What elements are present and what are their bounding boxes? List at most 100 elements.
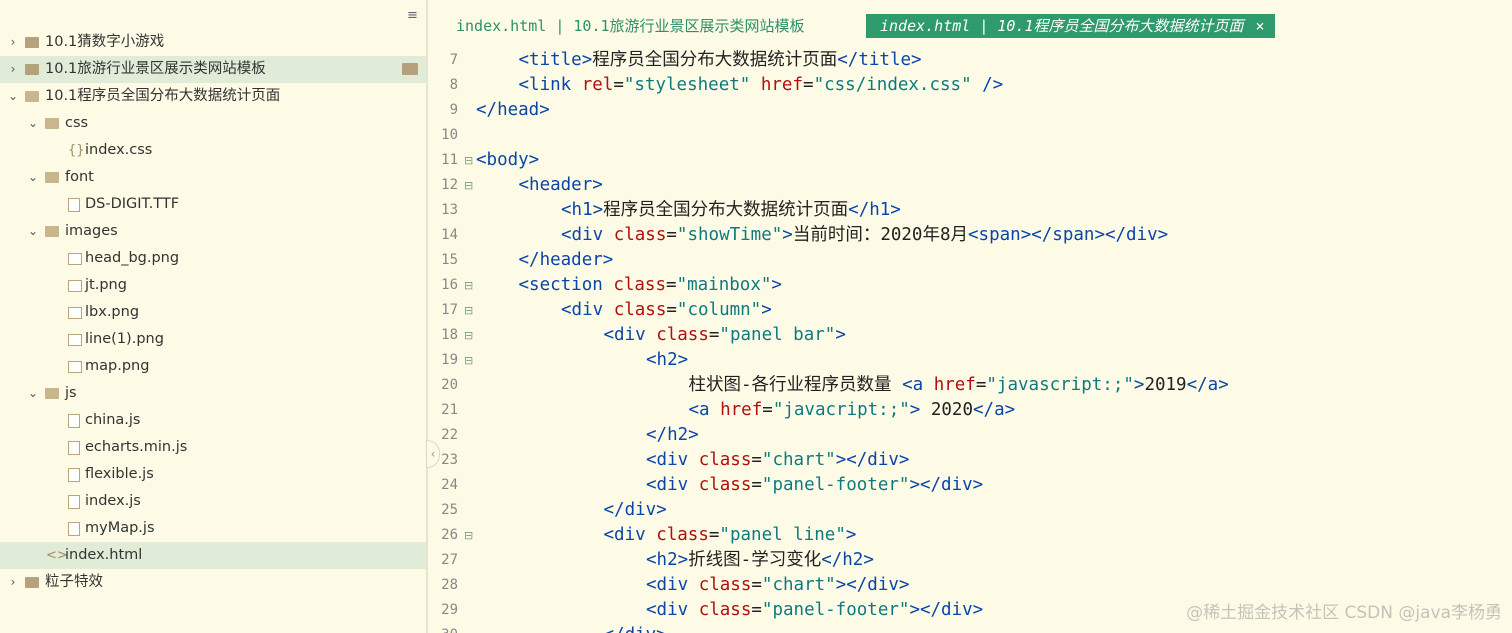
code-token: </a>	[1186, 375, 1229, 395]
code-line[interactable]: 8 <link rel="stylesheet" href="css/index.…	[428, 73, 1512, 98]
tree-item[interactable]: {} index.css	[0, 137, 426, 164]
tree-item[interactable]: DS-DIGIT.TTF	[0, 191, 426, 218]
code-line[interactable]: 20 柱状图-各行业程序员数量 <a href="javascript:;">20…	[428, 373, 1512, 398]
code-line[interactable]: 13 <h1>程序员全国分布大数据统计页面</h1>	[428, 198, 1512, 223]
code-line[interactable]: 22 </h2>	[428, 423, 1512, 448]
tree-item[interactable]: jt.png	[0, 272, 426, 299]
line-number: 24	[441, 477, 458, 493]
code-line[interactable]: 10	[428, 123, 1512, 148]
hamburger-menu-icon[interactable]: ≡	[407, 8, 418, 23]
code-token: href	[933, 375, 976, 395]
code-text: 柱状图-各行业程序员数量 <a href="javascript:;">2019…	[689, 373, 1229, 398]
code-token: <a	[902, 375, 934, 395]
close-tab-icon[interactable]: ×	[1256, 17, 1265, 35]
folder-icon	[45, 118, 59, 129]
code-text: <div class="panel-footer"></div>	[646, 598, 983, 623]
code-line[interactable]: 15 </header>	[428, 248, 1512, 273]
tree-item[interactable]: › 粒子特效	[0, 569, 426, 596]
chevron-right-icon[interactable]: ›	[6, 56, 20, 83]
code-text: <div class="column">	[561, 298, 772, 323]
tree-item[interactable]: china.js	[0, 407, 426, 434]
chevron-down-icon[interactable]: ⌄	[26, 380, 40, 407]
line-number: 15	[441, 252, 458, 268]
code-token: 2020	[920, 400, 974, 420]
code-line[interactable]: 24 <div class="panel-footer"></div>	[428, 473, 1512, 498]
code-line[interactable]: 12 ⊟ <header>	[428, 173, 1512, 198]
code-line[interactable]: 19 ⊟ <h2>	[428, 348, 1512, 373]
code-line[interactable]: 11 ⊟ <body>	[428, 148, 1512, 173]
code-token: "chart"	[761, 450, 836, 470]
tab-programmer-index-html[interactable]: index.html | 10.1程序员全国分布大数据统计页面 ×	[866, 14, 1275, 38]
code-line[interactable]: 25 </div>	[428, 498, 1512, 523]
code-line[interactable]: 7 <title>程序员全国分布大数据统计页面</title>	[428, 48, 1512, 73]
code-line[interactable]: 26 ⊟ <div class="panel line">	[428, 523, 1512, 548]
code-token: 程序员全国分布大数据统计页面	[592, 50, 838, 70]
tree-item[interactable]: ⌄ font	[0, 164, 426, 191]
chevron-right-icon[interactable]: ›	[6, 569, 20, 596]
code-line[interactable]: 14 <div class="showTime">当前时间：2020年8月<spa…	[428, 223, 1512, 248]
code-line[interactable]: 21 <a href="javacript:;"> 2020</a>	[428, 398, 1512, 423]
fold-toggle-icon[interactable]: ⊟	[464, 148, 473, 173]
tree-item-label: line(1).png	[85, 331, 164, 347]
code-token: "stylesheet"	[623, 75, 751, 95]
fold-toggle-icon[interactable]: ⊟	[464, 173, 473, 198]
code-line[interactable]: 28 <div class="chart"></div>	[428, 573, 1512, 598]
tree-item[interactable]: ⌄ css	[0, 110, 426, 137]
code-token: >	[1133, 375, 1145, 395]
tree-item[interactable]: line(1).png	[0, 326, 426, 353]
tree-item[interactable]: › 10.1猜数字小游戏	[0, 29, 426, 56]
tree-item[interactable]: myMap.js	[0, 515, 426, 542]
tree-item[interactable]: ⌄ images	[0, 218, 426, 245]
tree-item[interactable]: ⌄ js	[0, 380, 426, 407]
chevron-right-icon[interactable]: ›	[6, 29, 20, 56]
fold-toggle-icon[interactable]: ⊟	[464, 323, 473, 348]
tree-item[interactable]: map.png	[0, 353, 426, 380]
tree-item[interactable]: lbx.png	[0, 299, 426, 326]
code-text: <div class="panel bar">	[604, 323, 846, 348]
code-editor[interactable]: 7 <title>程序员全国分布大数据统计页面</title> 8 <link rel…	[428, 48, 1512, 633]
image-file-icon	[68, 361, 82, 373]
code-text: <h1>程序员全国分布大数据统计页面</h1>	[561, 198, 901, 223]
code-token: <title>	[518, 50, 593, 70]
code-line[interactable]: 27 <h2>折线图-学习变化</h2>	[428, 548, 1512, 573]
fold-toggle-icon[interactable]: ⊟	[464, 273, 473, 298]
chevron-down-icon[interactable]: ⌄	[26, 110, 40, 137]
fold-toggle-icon[interactable]: ⊟	[464, 348, 473, 373]
code-token: <h1>	[561, 200, 604, 220]
code-line[interactable]: 17 ⊟ <div class="column">	[428, 298, 1512, 323]
code-text: <div class="chart"></div>	[646, 448, 909, 473]
line-number: 17	[441, 302, 458, 318]
tree-item[interactable]: echarts.min.js	[0, 434, 426, 461]
css-file-icon: {}	[68, 143, 85, 158]
tree-item[interactable]: <> index.html	[0, 542, 426, 569]
code-text: </h2>	[646, 423, 699, 448]
code-token: <link	[518, 75, 582, 95]
code-line[interactable]: 23 <div class="chart"></div>	[428, 448, 1512, 473]
code-token: </h1>	[848, 200, 901, 220]
code-token: 当前时间：2020年8月	[792, 225, 969, 245]
tab-travel-index-html[interactable]: index.html | 10.1旅游行业景区展示类网站模板	[456, 14, 805, 38]
code-line[interactable]: 9 </head>	[428, 98, 1512, 123]
tree-item-label: font	[65, 169, 94, 185]
code-line[interactable]: 18 ⊟ <div class="panel bar">	[428, 323, 1512, 348]
code-line[interactable]: 30 </div>	[428, 623, 1512, 633]
fold-toggle-icon[interactable]: ⊟	[464, 523, 473, 548]
tree-item[interactable]: head_bg.png	[0, 245, 426, 272]
chevron-down-icon[interactable]: ⌄	[26, 218, 40, 245]
chevron-down-icon[interactable]: ⌄	[6, 83, 20, 110]
tree-item[interactable]: index.js	[0, 488, 426, 515]
code-line[interactable]: 16 ⊟ <section class="mainbox">	[428, 273, 1512, 298]
code-token: =	[751, 450, 762, 470]
tree-item-label: DS-DIGIT.TTF	[85, 196, 180, 212]
tree-item[interactable]: ⌄ 10.1程序员全国分布大数据统计页面	[0, 83, 426, 110]
tree-item[interactable]: › 10.1旅游行业景区展示类网站模板	[0, 56, 426, 83]
line-number: 7	[449, 52, 458, 68]
chevron-down-icon[interactable]: ⌄	[26, 164, 40, 191]
tree-item[interactable]: flexible.js	[0, 461, 426, 488]
code-text: </div>	[604, 498, 667, 523]
fold-toggle-icon[interactable]: ⊟	[464, 298, 473, 323]
code-text: </div>	[604, 623, 667, 633]
line-number: 25	[441, 502, 458, 518]
open-folder-icon[interactable]	[402, 63, 418, 75]
code-token: class	[698, 450, 752, 470]
